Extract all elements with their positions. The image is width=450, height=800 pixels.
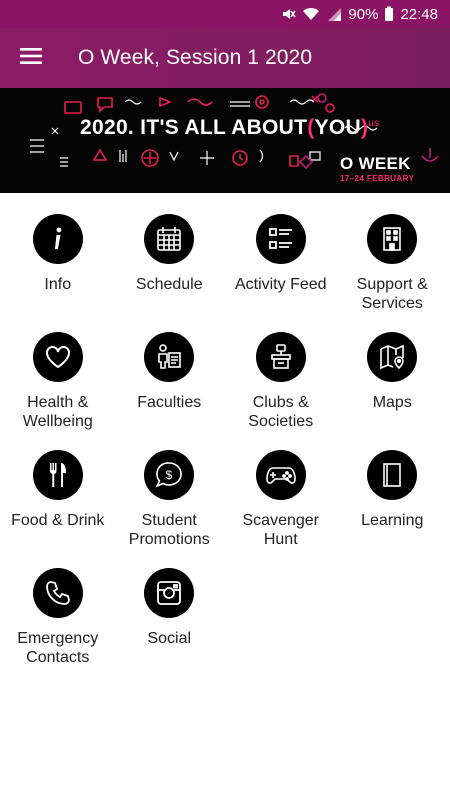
- tile-label: Support & Services: [356, 276, 428, 312]
- page-title: O Week, Session 1 2020: [78, 46, 313, 69]
- info-icon: [32, 214, 83, 264]
- banner-headline: 2020. IT'S ALL ABOUT(YOU)us: [80, 116, 379, 140]
- tile-clubs-societies[interactable]: Clubs & Societies: [225, 330, 337, 448]
- phone-icon: [32, 568, 83, 618]
- person-document-icon: [144, 332, 195, 382]
- tile-faculties[interactable]: Faculties: [114, 330, 226, 448]
- banner-event-dates: 17–24 FEBRUARY: [340, 174, 415, 183]
- tile-scavenger-hunt[interactable]: Scavenger Hunt: [225, 448, 337, 566]
- map-pin-icon: [367, 332, 418, 382]
- tile-health-wellbeing[interactable]: Health & Wellbeing: [2, 330, 114, 448]
- battery-icon: [384, 6, 394, 22]
- tile-social[interactable]: Social: [114, 566, 226, 684]
- heart-icon: [32, 332, 83, 382]
- clock: 22:48: [400, 5, 438, 23]
- banner-event-title: O WEEK: [340, 154, 411, 173]
- tile-learning[interactable]: Learning: [337, 448, 449, 566]
- building-icon: [367, 214, 418, 264]
- feature-grid: Info Schedule Activity Feed Support & Se…: [2, 212, 448, 684]
- fork-knife-icon: [32, 450, 83, 500]
- tile-label: Clubs & Societies: [248, 394, 314, 430]
- tile-label: Scavenger Hunt: [242, 512, 320, 548]
- list-icon: [255, 214, 306, 264]
- tile-label: Learning: [361, 512, 424, 529]
- tile-label: Schedule: [135, 276, 203, 293]
- tile-label: Student Promotions: [128, 512, 210, 548]
- battery-percent: 90%: [348, 5, 379, 23]
- tile-label: Info: [44, 276, 72, 293]
- book-icon: [367, 450, 418, 500]
- signal-icon: [326, 6, 342, 22]
- tile-label: Faculties: [137, 394, 202, 411]
- tile-label: Social: [147, 630, 192, 647]
- status-bar: 90% 22:48: [0, 0, 450, 28]
- tile-food-drink[interactable]: Food & Drink: [2, 448, 114, 566]
- tile-label: Health & Wellbeing: [22, 394, 93, 430]
- tile-student-promotions[interactable]: $ Student Promotions: [114, 448, 226, 566]
- tile-label: Maps: [372, 394, 412, 411]
- hamburger-menu-icon: [20, 47, 42, 70]
- banner-you: YOU: [314, 116, 361, 139]
- calendar-icon: [144, 214, 195, 264]
- mute-icon: [280, 6, 297, 22]
- banner-paren-open: (: [307, 116, 315, 139]
- tile-emergency-contacts[interactable]: Emergency Contacts: [2, 566, 114, 684]
- tile-label: Emergency Contacts: [17, 630, 99, 666]
- banner-event: O WEEK 17–24 FEBRUARY: [340, 154, 414, 183]
- tile-label: Activity Feed: [234, 276, 327, 293]
- tile-schedule[interactable]: Schedule: [114, 212, 226, 330]
- dollar-bubble-icon: $: [144, 450, 195, 500]
- tile-info[interactable]: Info: [2, 212, 114, 330]
- tile-activity-feed[interactable]: Activity Feed: [225, 212, 337, 330]
- menu-button[interactable]: [0, 28, 62, 88]
- banner-headline-text: 2020. IT'S ALL ABOUT: [80, 116, 308, 139]
- tile-maps[interactable]: Maps: [337, 330, 449, 448]
- tile-label: Food & Drink: [11, 512, 105, 529]
- svg-text:$: $: [166, 468, 173, 482]
- banner-superscript: us: [368, 118, 380, 129]
- tile-support-services[interactable]: Support & Services: [337, 212, 449, 330]
- app-bar: O Week, Session 1 2020: [0, 28, 450, 88]
- instagram-icon: [144, 568, 195, 618]
- gamepad-icon: [255, 450, 306, 500]
- event-banner[interactable]: 2020. IT'S ALL ABOUT(YOU)us O WEEK 17–24…: [0, 88, 450, 193]
- wifi-icon: [302, 6, 320, 22]
- podium-icon: [255, 332, 306, 382]
